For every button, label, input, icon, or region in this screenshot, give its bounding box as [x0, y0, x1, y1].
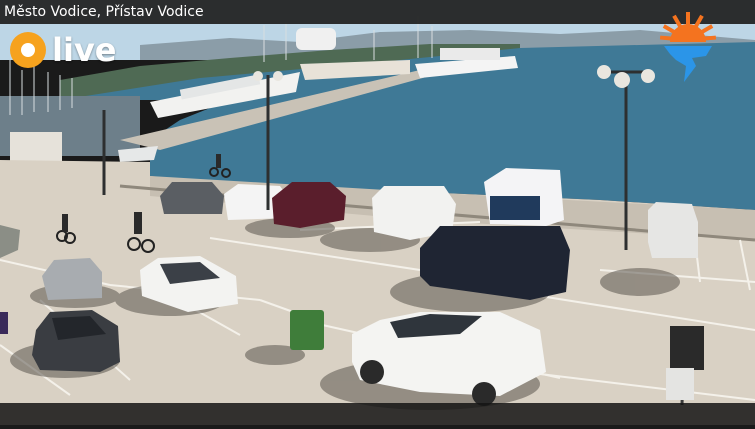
sun-wave-logo-icon: [659, 12, 717, 82]
bottom-bar: [0, 403, 755, 425]
title-bar: Město Vodice, Přístav Vodice: [0, 0, 755, 24]
live-dot-icon: [10, 32, 46, 68]
camera-title: Město Vodice, Přístav Vodice: [4, 4, 204, 20]
live-badge: live: [10, 30, 122, 72]
live-label: live: [52, 31, 117, 69]
